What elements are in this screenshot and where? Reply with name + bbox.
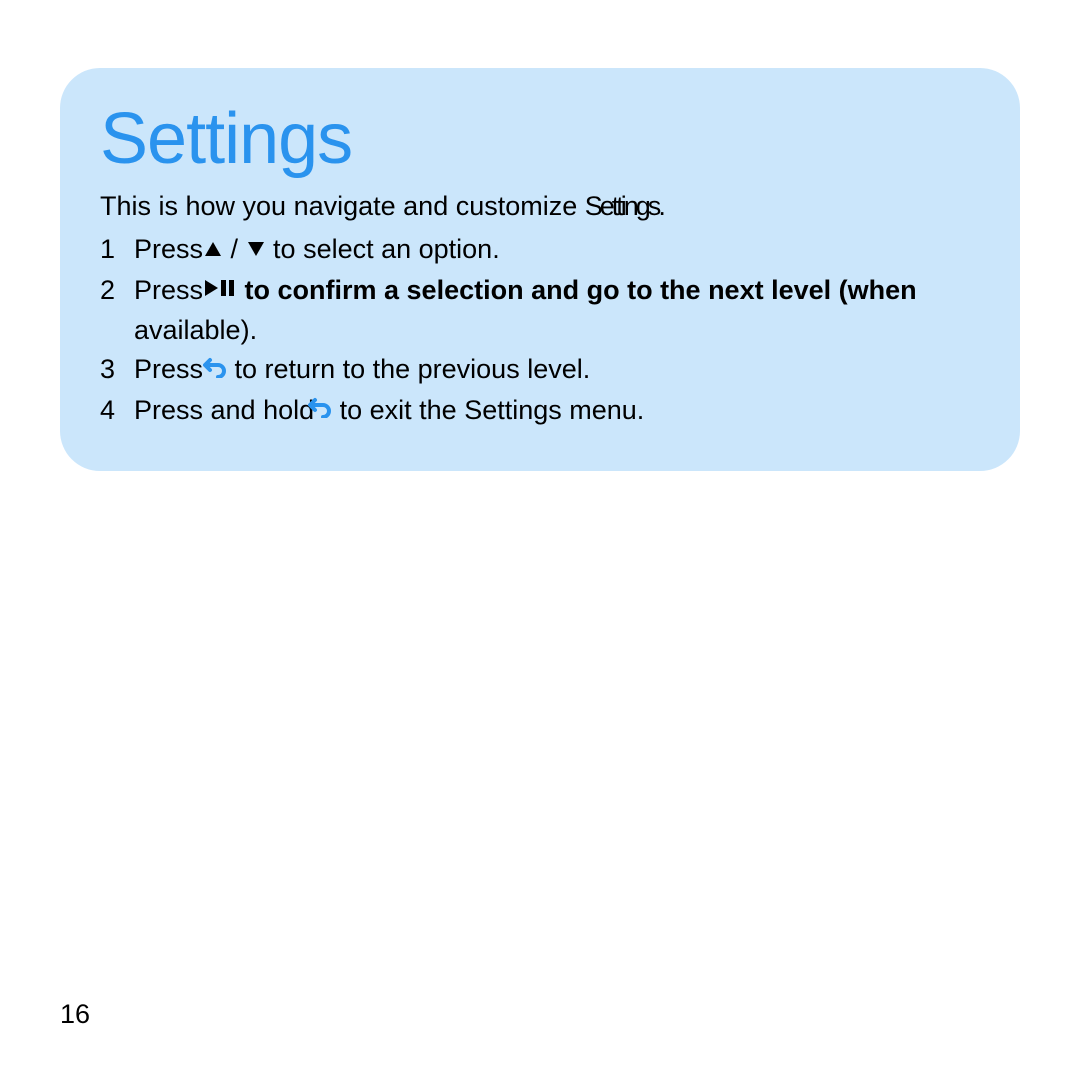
back-icon (203, 350, 227, 389)
up-arrow-icon (203, 230, 223, 269)
intro-post: . (658, 191, 666, 221)
step-4-num: 4 (100, 391, 134, 431)
step-3-body: Press to return to the previous level. (134, 350, 980, 390)
page-title: Settings (100, 98, 980, 180)
step-3-num: 3 (100, 350, 134, 390)
intro-text: This is how you navigate and customize S… (100, 188, 980, 224)
settings-card: Settings This is how you navigate and cu… (60, 68, 1020, 471)
step-2-post: available). (134, 315, 257, 345)
step-1-pre: Press (134, 234, 203, 264)
step-2: 2 Press to confirm a selection and go to… (100, 271, 980, 351)
step-3-pre: Press (134, 354, 203, 384)
step-1-mid: / (223, 234, 246, 264)
step-4-post: to exit the Settings menu. (332, 395, 644, 425)
step-2-pre: Press (134, 275, 203, 305)
step-4: 4 Press and hold to exit the Settings me… (100, 391, 980, 431)
intro-pre: This is how you navigate and customize (100, 191, 585, 221)
page-number: 16 (60, 999, 90, 1030)
step-3-post: to return to the previous level. (227, 354, 590, 384)
down-arrow-icon (246, 230, 266, 269)
step-2-bold: to confirm a selection and go to the nex… (237, 275, 917, 305)
step-4-body: Press and hold to exit the Settings menu… (134, 391, 980, 431)
step-2-num: 2 (100, 271, 134, 351)
step-2-body: Press to confirm a selection and go to t… (134, 271, 980, 351)
step-3: 3 Press to return to the previous level. (100, 350, 980, 390)
step-1: 1 Press / to select an option. (100, 230, 980, 270)
intro-overlap: Settings (585, 191, 659, 221)
step-1-num: 1 (100, 230, 134, 270)
back-icon (308, 390, 332, 429)
step-4-pre: Press and hold (134, 395, 314, 425)
step-1-post: to select an option. (266, 234, 500, 264)
play-pause-icon (203, 270, 237, 309)
step-1-body: Press / to select an option. (134, 230, 980, 270)
